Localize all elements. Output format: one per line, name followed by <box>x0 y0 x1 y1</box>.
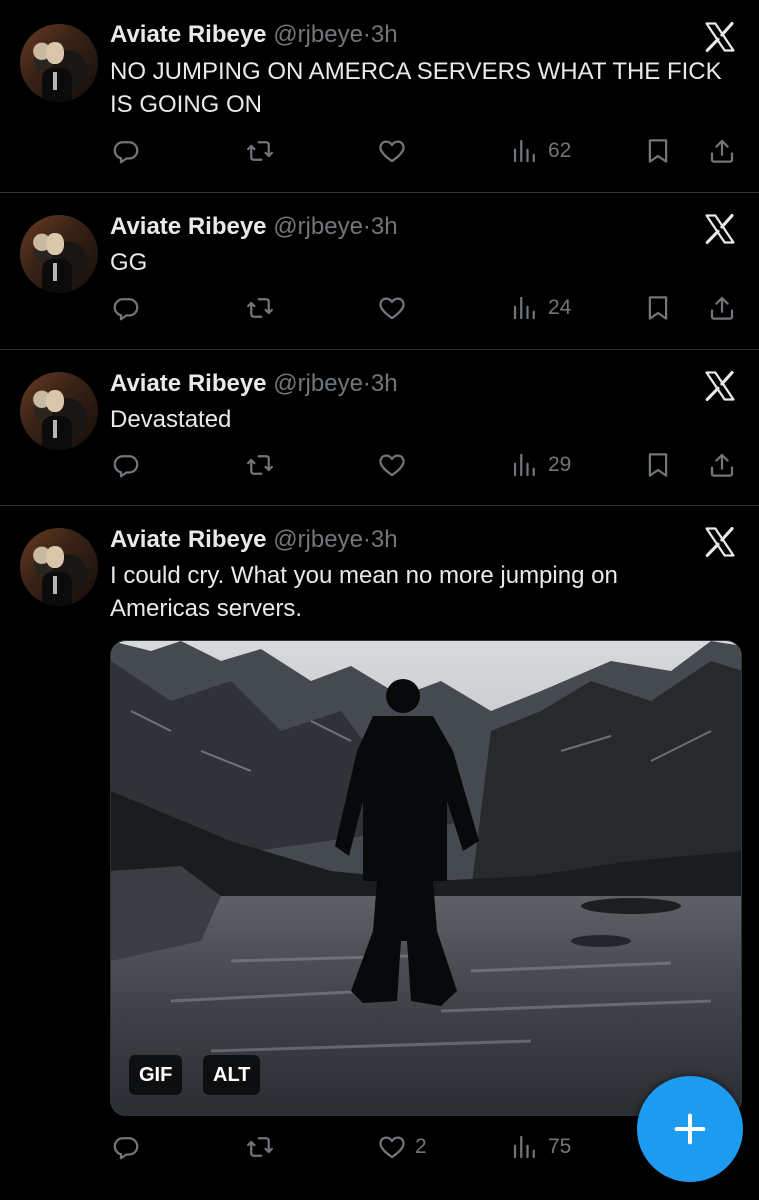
timestamp[interactable]: 3h <box>371 21 398 48</box>
reply-button[interactable] <box>111 291 141 325</box>
retweet-button[interactable] <box>245 448 275 482</box>
separator: · <box>362 370 371 397</box>
like-count: 2 <box>415 1135 427 1158</box>
avatar[interactable] <box>20 215 98 293</box>
tweet[interactable]: Aviate Ribeye @rjbeye·3h NO JUMPING ON A… <box>0 0 759 193</box>
share-button[interactable] <box>707 291 737 325</box>
bookmark-button[interactable] <box>643 448 673 482</box>
plus-icon <box>674 1113 706 1145</box>
retweet-icon <box>245 136 275 166</box>
tweet-text: I could cry. What you mean no more jumpi… <box>110 562 618 622</box>
views-button[interactable]: 75 <box>510 1130 571 1164</box>
tweet-header: Aviate Ribeye @rjbeye·3h <box>110 20 398 50</box>
x-logo-icon <box>703 20 737 54</box>
like-button[interactable]: 2 <box>377 1130 427 1164</box>
retweet-icon <box>245 293 275 323</box>
tweet-header: Aviate Ribeye @rjbeye·3h <box>110 525 398 555</box>
views-button[interactable]: 24 <box>510 291 571 325</box>
heart-icon <box>377 136 407 166</box>
views-button[interactable]: 62 <box>510 134 571 168</box>
bookmark-icon <box>643 293 673 323</box>
reply-button[interactable] <box>111 134 141 168</box>
share-button[interactable] <box>707 134 737 168</box>
separator: · <box>362 21 371 48</box>
like-button[interactable] <box>377 134 415 168</box>
view-count: 24 <box>548 296 572 319</box>
author-name[interactable]: Aviate Ribeye <box>110 213 267 240</box>
avatar[interactable] <box>20 372 98 450</box>
share-button[interactable] <box>707 448 737 482</box>
x-logo-icon <box>703 212 737 246</box>
timestamp[interactable]: 3h <box>371 526 398 553</box>
author-handle[interactable]: @rjbeye <box>273 370 363 397</box>
separator: · <box>362 526 371 553</box>
bookmark-button[interactable] <box>643 291 673 325</box>
timestamp[interactable]: 3h <box>371 213 398 240</box>
tweet-header: Aviate Ribeye @rjbeye·3h <box>110 369 398 399</box>
share-icon <box>707 136 737 166</box>
separator: · <box>362 213 371 240</box>
reply-button[interactable] <box>111 448 141 482</box>
reply-icon <box>111 1132 141 1162</box>
reply-icon <box>111 450 141 480</box>
gif-media[interactable]: GIF ALT <box>110 640 742 1116</box>
compose-button[interactable] <box>637 1076 743 1182</box>
views-icon <box>510 450 540 480</box>
tweet[interactable]: Aviate Ribeye @rjbeye·3h Devastated 29 <box>0 350 759 506</box>
views-icon <box>510 136 540 166</box>
reply-button[interactable] <box>111 1130 141 1164</box>
bookmark-icon <box>643 450 673 480</box>
heart-icon <box>377 1132 407 1162</box>
view-count: 75 <box>548 1135 572 1158</box>
reply-icon <box>111 293 141 323</box>
like-button[interactable] <box>377 291 415 325</box>
tweet-text: Devastated <box>110 406 232 433</box>
gif-image <box>111 641 741 1115</box>
gif-badge: GIF <box>129 1055 183 1095</box>
author-handle[interactable]: @rjbeye <box>273 21 363 48</box>
author-handle[interactable]: @rjbeye <box>273 213 363 240</box>
x-logo-icon <box>703 525 737 559</box>
alt-badge[interactable]: ALT <box>203 1055 261 1095</box>
tweet-text: GG <box>110 249 148 276</box>
views-icon <box>510 293 540 323</box>
author-name[interactable]: Aviate Ribeye <box>110 370 267 397</box>
heart-icon <box>377 450 407 480</box>
retweet-button[interactable] <box>245 291 275 325</box>
retweet-button[interactable] <box>245 134 275 168</box>
tweet-text: NO JUMPING ON AMERCA SERVERS WHAT THE FI… <box>110 58 722 118</box>
action-bar: 24 <box>0 291 759 325</box>
x-logo-icon <box>703 369 737 403</box>
retweet-icon <box>245 1132 275 1162</box>
timestamp[interactable]: 3h <box>371 370 398 397</box>
reply-icon <box>111 136 141 166</box>
retweet-icon <box>245 450 275 480</box>
heart-icon <box>377 293 407 323</box>
avatar[interactable] <box>20 528 98 606</box>
bookmark-button[interactable] <box>643 134 673 168</box>
action-bar: 62 <box>0 134 759 168</box>
views-button[interactable]: 29 <box>510 448 571 482</box>
avatar[interactable] <box>20 24 98 102</box>
tweet-header: Aviate Ribeye @rjbeye·3h <box>110 212 398 242</box>
retweet-button[interactable] <box>245 1130 275 1164</box>
share-icon <box>707 293 737 323</box>
view-count: 62 <box>548 139 572 162</box>
author-handle[interactable]: @rjbeye <box>273 526 363 553</box>
share-icon <box>707 450 737 480</box>
author-name[interactable]: Aviate Ribeye <box>110 21 267 48</box>
views-icon <box>510 1132 540 1162</box>
like-button[interactable] <box>377 448 415 482</box>
view-count: 29 <box>548 453 572 476</box>
action-bar: 29 <box>0 448 759 482</box>
tweet[interactable]: Aviate Ribeye @rjbeye·3h GG 24 <box>0 193 759 350</box>
author-name[interactable]: Aviate Ribeye <box>110 526 267 553</box>
bookmark-icon <box>643 136 673 166</box>
